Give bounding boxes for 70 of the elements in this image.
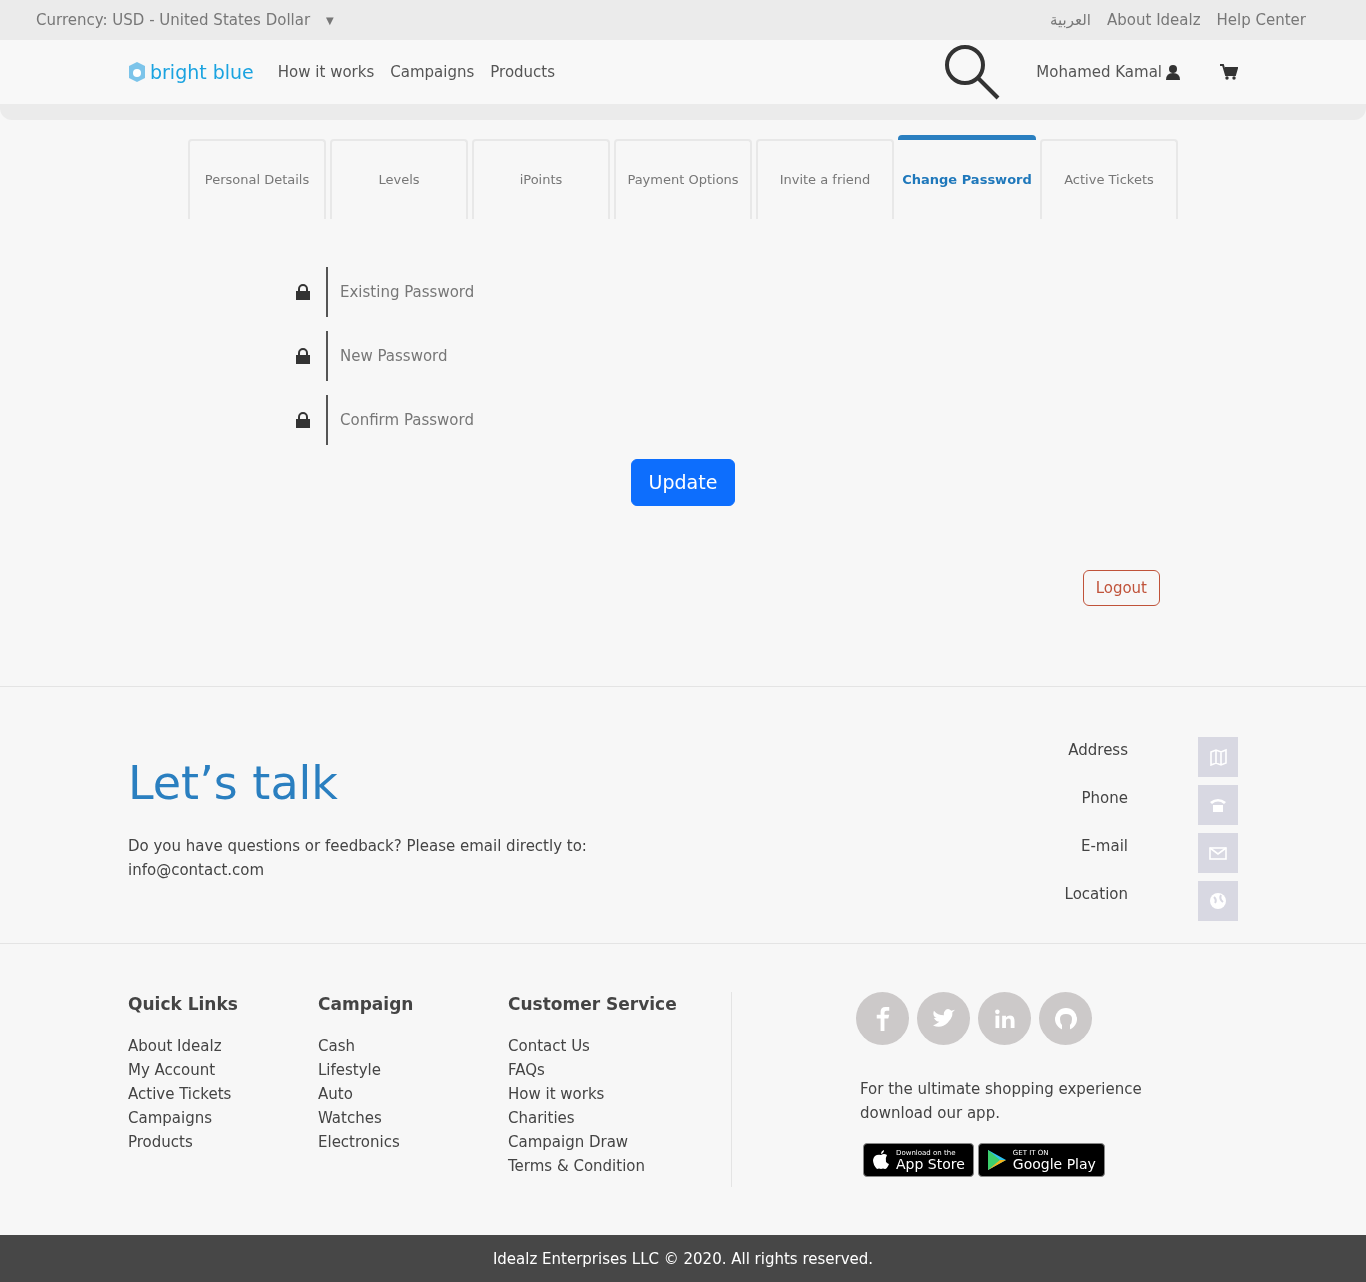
search-icon xyxy=(944,44,1001,100)
contact-label: Location xyxy=(1064,884,1128,905)
footer-link[interactable]: My Account xyxy=(128,1057,318,1082)
footer-link[interactable]: FAQs xyxy=(508,1057,731,1082)
footer-link[interactable]: Watches xyxy=(318,1105,508,1130)
contact-text: Do you have questions or feedback? Please email directly to: xyxy=(128,836,588,857)
currency-selector[interactable]: Currency: USD - United States Dollar xyxy=(36,8,311,32)
user-icon xyxy=(1166,64,1180,80)
tab[interactable]: iPoints xyxy=(472,139,610,219)
caret-icon: ▼ xyxy=(326,12,334,28)
apple-icon xyxy=(872,1150,890,1170)
tab[interactable]: Invite a friend xyxy=(756,139,894,219)
mail-icon xyxy=(1209,844,1227,862)
footer-link[interactable]: Active Tickets xyxy=(128,1081,318,1106)
social-button[interactable] xyxy=(856,992,909,1045)
email-link[interactable]: info@contact.com xyxy=(128,861,265,879)
footer-link[interactable]: Cash xyxy=(318,1033,508,1058)
top-link[interactable]: العربية xyxy=(1050,8,1091,32)
app-promo-text: For the ultimate shopping experience download our app. xyxy=(860,1079,1143,1124)
linkedin-icon xyxy=(993,1008,1016,1029)
nav-link[interactable]: How it works xyxy=(277,60,375,84)
social-button[interactable] xyxy=(1039,992,1092,1045)
footer-link[interactable]: Auto xyxy=(318,1081,508,1106)
lock-icon xyxy=(296,284,310,300)
footer-link[interactable]: Electronics xyxy=(318,1129,508,1154)
footer-heading: Quick Links xyxy=(128,993,239,1016)
map-icon xyxy=(1209,748,1227,766)
tab[interactable]: Active Tickets xyxy=(1040,139,1178,219)
social-button[interactable] xyxy=(978,992,1031,1045)
tab[interactable]: Payment Options xyxy=(614,139,752,219)
password-field[interactable]: Existing Password xyxy=(326,267,626,317)
footer-heading: Customer Service xyxy=(508,993,678,1016)
cart-button[interactable] xyxy=(1220,64,1238,80)
footer-link[interactable]: How it works xyxy=(508,1081,731,1106)
phone-icon xyxy=(1209,796,1227,814)
footer-link[interactable]: About Idealz xyxy=(128,1033,318,1058)
footer-link[interactable]: Lifestyle xyxy=(318,1057,508,1082)
tab[interactable]: Personal Details xyxy=(188,139,326,219)
footer-link[interactable]: Products xyxy=(128,1129,318,1154)
lock-icon xyxy=(296,348,310,364)
copyright-text: Idealz Enterprises LLC © 2020. All rights reserved. xyxy=(492,1248,874,1270)
section-heading: Let’s talk xyxy=(128,755,339,812)
footer-link[interactable]: Terms & Condition xyxy=(508,1153,731,1178)
nav-link[interactable]: Products xyxy=(490,60,556,84)
user-menu[interactable]: Mohamed Kamal xyxy=(1036,60,1180,84)
search-button[interactable] xyxy=(944,44,1001,100)
top-link[interactable]: About Idealz xyxy=(1107,8,1201,32)
footer-link[interactable]: Charities xyxy=(508,1105,731,1130)
footer-link[interactable]: Campaigns xyxy=(128,1105,318,1130)
globe-icon xyxy=(1209,892,1227,910)
nav-link[interactable]: Campaigns xyxy=(390,60,475,84)
lock-icon xyxy=(296,412,310,428)
tab[interactable]: Levels xyxy=(330,139,468,219)
logo-icon xyxy=(128,61,146,83)
contact-label: E-mail xyxy=(1080,836,1128,857)
facebook-icon xyxy=(874,1005,891,1032)
logout-button[interactable]: Logout xyxy=(1082,569,1160,606)
contact-label: Address xyxy=(1068,740,1128,761)
play-icon xyxy=(986,1149,1007,1171)
cart-icon xyxy=(1220,64,1238,80)
footer-link[interactable]: Campaign Draw xyxy=(508,1129,731,1154)
social-button[interactable] xyxy=(917,992,970,1045)
twitter-icon xyxy=(930,1007,957,1030)
contact-label: Phone xyxy=(1081,788,1128,809)
footer-link[interactable]: Contact Us xyxy=(508,1033,731,1058)
password-field[interactable]: Confirm Password xyxy=(326,395,626,445)
password-field[interactable]: New Password xyxy=(326,331,626,381)
footer-heading: Campaign xyxy=(318,993,415,1016)
update-button[interactable]: Update xyxy=(630,459,736,506)
top-link[interactable]: Help Center xyxy=(1216,8,1306,32)
